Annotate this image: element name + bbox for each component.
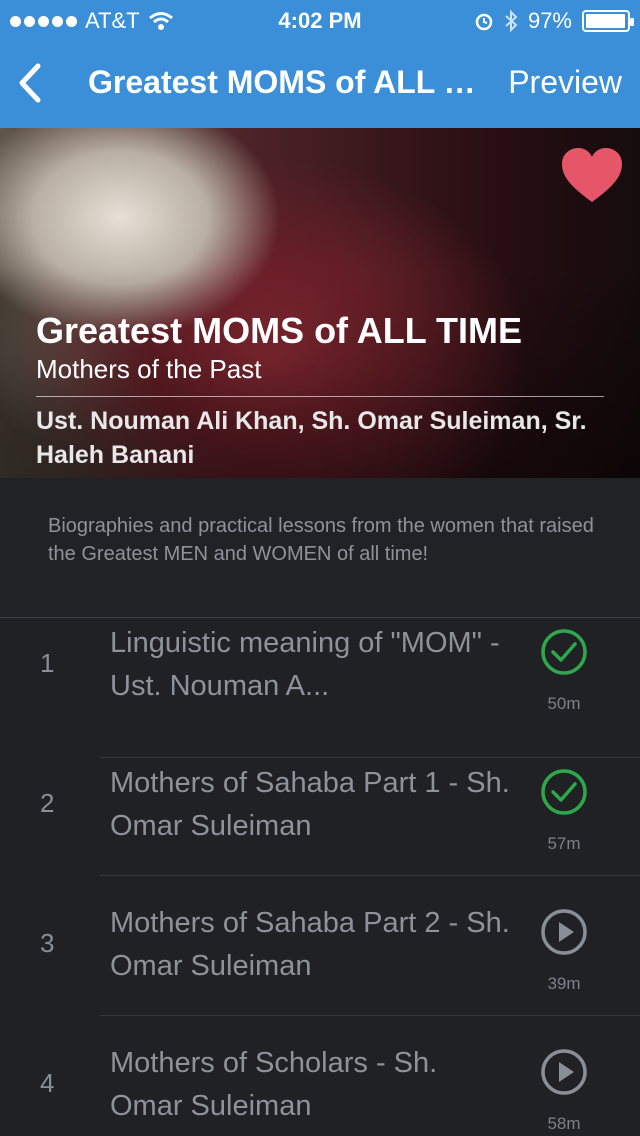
battery-percent: 97% [527, 8, 572, 33]
heart-icon[interactable] [560, 146, 624, 206]
course-title: Greatest MOMS of ALL TIME [36, 310, 523, 351]
preview-button[interactable]: Preview [508, 64, 622, 101]
episode-title: Mothers of Sahaba Part 1 - Sh. Omar Sule… [110, 767, 510, 842]
status-bar: AT&T 4:02 PM 97% [0, 0, 640, 40]
bluetooth-icon [505, 10, 518, 32]
episode-title: Mothers of Scholars - Sh. Omar Suleiman [110, 1047, 438, 1122]
episode-title: Linguistic meaning of "MOM" - Ust. Nouma… [110, 627, 500, 702]
episode-list: 1 Linguistic meaning of "MOM" - Ust. Nou… [0, 618, 640, 1136]
course-description: Biographies and practical lessons from t… [0, 478, 640, 618]
nav-title: Greatest MOMS of ALL TIME [88, 64, 488, 100]
battery-icon [582, 10, 634, 32]
divider [36, 396, 604, 397]
course-authors: Ust. Nouman Ali Khan, Sh. Omar Suleiman,… [36, 407, 587, 469]
episode-title: Mothers of Sahaba Part 2 - Sh. Omar Sule… [110, 907, 510, 982]
top-bar: AT&T 4:02 PM 97% Greatest MOMS of ALL TI… [0, 0, 640, 128]
play-circle-icon[interactable] [540, 908, 588, 956]
episode-row[interactable]: 4 Mothers of Scholars - Sh. Omar Suleima… [0, 1016, 640, 1136]
play-circle-icon[interactable] [540, 1048, 588, 1096]
episode-duration: 57m [547, 834, 581, 853]
alarm-icon [475, 13, 493, 31]
episode-row[interactable]: 2 Mothers of Sahaba Part 1 - Sh. Omar Su… [0, 736, 640, 876]
episode-duration: 50m [547, 694, 581, 713]
check-circle-icon[interactable] [540, 768, 588, 816]
check-circle-icon[interactable] [540, 628, 588, 676]
nav-bar: Greatest MOMS of ALL TIME Preview [0, 40, 640, 128]
episode-row[interactable]: 3 Mothers of Sahaba Part 2 - Sh. Omar Su… [0, 876, 640, 1016]
episode-number: 4 [40, 1068, 55, 1098]
episode-number: 2 [40, 788, 55, 818]
chevron-left-icon[interactable] [10, 58, 50, 108]
course-subtitle: Mothers of the Past [36, 354, 262, 384]
course-hero: Greatest MOMS of ALL TIME Mothers of the… [0, 128, 640, 478]
description-text: Biographies and practical lessons from t… [48, 515, 594, 565]
episode-duration: 39m [547, 974, 581, 993]
episode-number: 1 [40, 648, 55, 678]
episode-duration: 58m [547, 1114, 581, 1133]
episode-number: 3 [40, 928, 55, 958]
